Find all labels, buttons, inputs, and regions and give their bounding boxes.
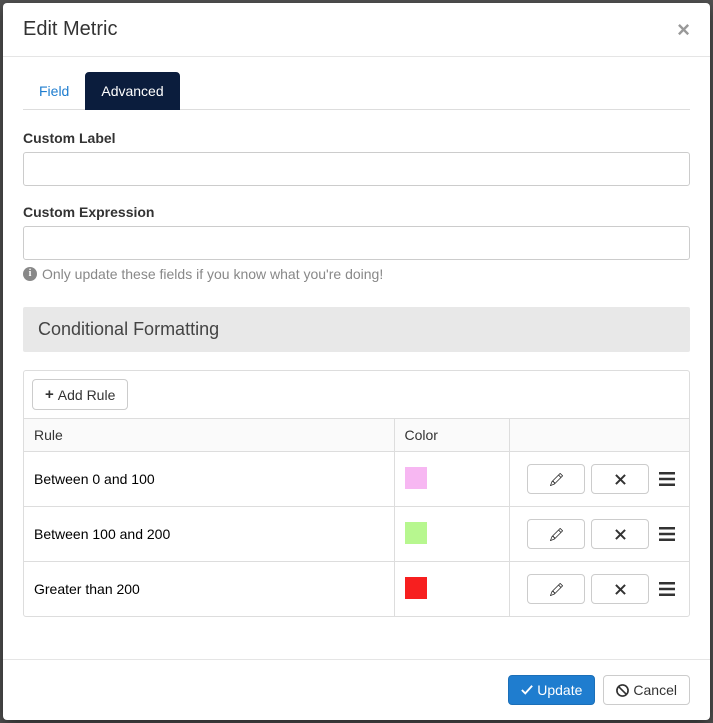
color-swatch — [405, 577, 427, 599]
pencil-icon — [550, 473, 563, 486]
x-icon — [615, 474, 626, 485]
edit-metric-modal: Edit Metric × Field Advanced Custom Labe… — [3, 3, 710, 720]
table-row: Between 0 and 100 — [24, 452, 689, 507]
modal-body: Field Advanced Custom Label Custom Expre… — [3, 57, 710, 659]
custom-expression-input[interactable] — [23, 226, 690, 260]
rule-label: Greater than 200 — [24, 562, 394, 617]
drag-handle-icon[interactable] — [659, 527, 679, 541]
modal-title: Edit Metric — [23, 18, 117, 41]
column-actions — [509, 419, 689, 452]
rules-toolbar: Add Rule — [24, 371, 689, 418]
add-rule-button[interactable]: Add Rule — [32, 379, 128, 410]
check-icon — [521, 684, 533, 696]
add-rule-label: Add Rule — [58, 387, 116, 403]
x-icon — [615, 584, 626, 595]
ban-icon — [616, 684, 629, 697]
cancel-button[interactable]: Cancel — [603, 675, 690, 705]
rules-container: Add Rule Rule Color Between 0 and 100 — [23, 370, 690, 617]
table-row: Greater than 200 — [24, 562, 689, 617]
drag-handle-icon[interactable] — [659, 582, 679, 596]
custom-label-input[interactable] — [23, 152, 690, 186]
tab-advanced[interactable]: Advanced — [85, 72, 179, 110]
update-label: Update — [537, 682, 582, 698]
edit-rule-button[interactable] — [527, 519, 585, 549]
table-row: Between 100 and 200 — [24, 507, 689, 562]
rule-color-cell — [394, 507, 509, 562]
color-swatch — [405, 467, 427, 489]
delete-rule-button[interactable] — [591, 574, 649, 604]
column-color: Color — [394, 419, 509, 452]
modal-header: Edit Metric × — [3, 3, 710, 57]
rule-label: Between 0 and 100 — [24, 452, 394, 507]
edit-rule-button[interactable] — [527, 464, 585, 494]
rule-color-cell — [394, 562, 509, 617]
conditional-formatting-heading: Conditional Formatting — [23, 307, 690, 352]
close-icon[interactable]: × — [677, 19, 690, 41]
tabs: Field Advanced — [23, 72, 690, 110]
delete-rule-button[interactable] — [591, 464, 649, 494]
pencil-icon — [550, 528, 563, 541]
edit-rule-button[interactable] — [527, 574, 585, 604]
tab-field[interactable]: Field — [23, 72, 85, 110]
actions-cell — [520, 464, 680, 494]
info-icon: i — [23, 267, 37, 281]
drag-handle-icon[interactable] — [659, 472, 679, 486]
color-swatch — [405, 522, 427, 544]
rule-color-cell — [394, 452, 509, 507]
custom-expression-label: Custom Expression — [23, 204, 690, 220]
cancel-label: Cancel — [633, 682, 677, 698]
plus-icon — [45, 386, 54, 403]
update-button[interactable]: Update — [508, 675, 595, 705]
actions-cell — [520, 574, 680, 604]
x-icon — [615, 529, 626, 540]
help-text: i Only update these fields if you know w… — [23, 266, 690, 282]
column-rule: Rule — [24, 419, 394, 452]
help-text-content: Only update these fields if you know wha… — [42, 266, 383, 282]
delete-rule-button[interactable] — [591, 519, 649, 549]
modal-footer: Update Cancel — [3, 659, 710, 720]
rule-label: Between 100 and 200 — [24, 507, 394, 562]
rules-table: Rule Color Between 0 and 100 — [24, 418, 689, 616]
pencil-icon — [550, 583, 563, 596]
custom-label-label: Custom Label — [23, 130, 690, 146]
custom-expression-group: Custom Expression i Only update these fi… — [23, 204, 690, 282]
custom-label-group: Custom Label — [23, 130, 690, 186]
actions-cell — [520, 519, 680, 549]
